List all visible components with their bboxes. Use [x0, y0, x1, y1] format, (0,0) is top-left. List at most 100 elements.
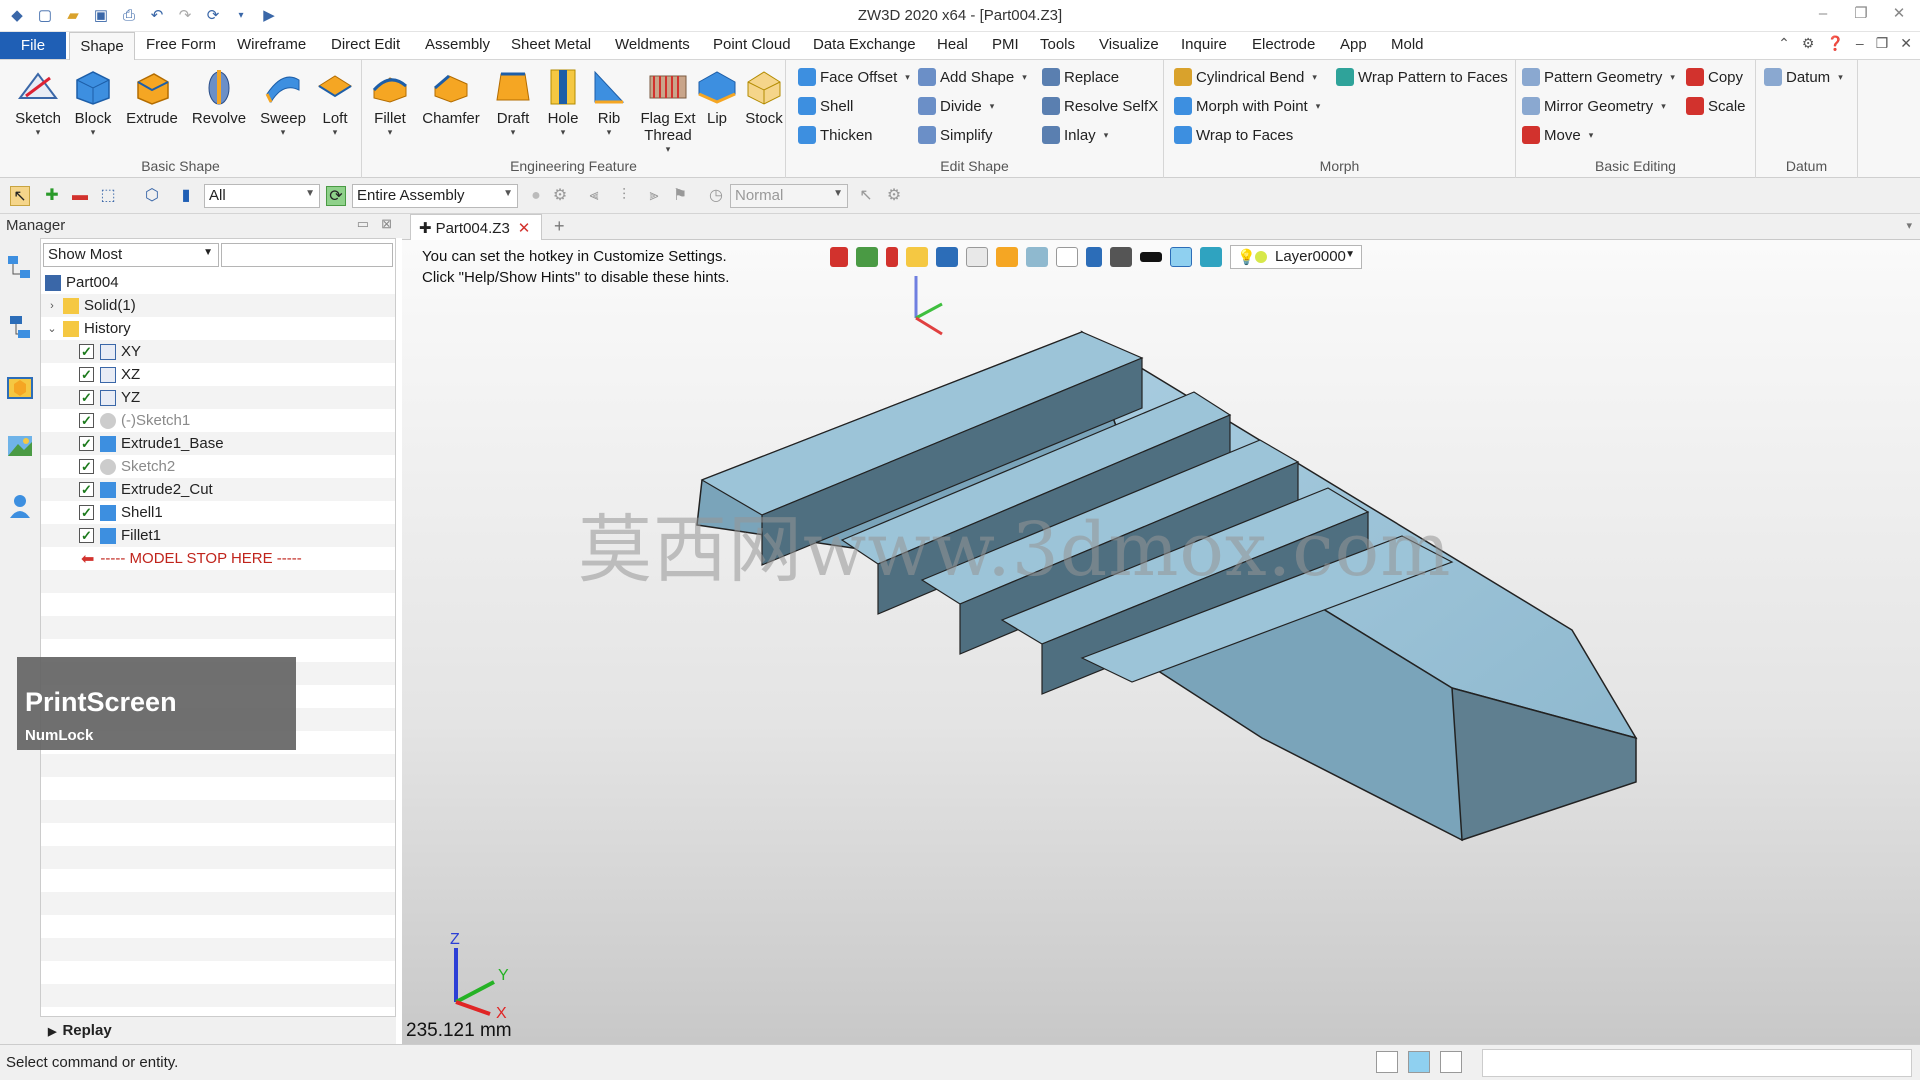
copy-button[interactable]: Copy	[1686, 68, 1743, 86]
tree-item-sketch1[interactable]: ✓ (-)Sketch1	[79, 409, 190, 432]
add-shape-button[interactable]: Add Shape ▾	[918, 68, 1027, 86]
divide-button[interactable]: Divide ▾	[918, 97, 994, 115]
minimize-icon[interactable]: –	[1812, 3, 1834, 25]
menu-tab-mold[interactable]: Mold	[1391, 36, 1424, 60]
block-button[interactable]: Block ▾	[66, 66, 120, 137]
filter-icon[interactable]: ▮	[176, 186, 196, 206]
tree-item-fillet1[interactable]: ✓ Fillet1	[79, 524, 161, 547]
simplify-button[interactable]: Simplify	[918, 126, 993, 144]
pattern-geometry-button[interactable]: Pattern Geometry ▾	[1522, 68, 1675, 86]
move-button[interactable]: Move ▾	[1522, 126, 1593, 144]
part-library-icon[interactable]	[6, 374, 34, 402]
mirror-geometry-button[interactable]: Mirror Geometry ▾	[1522, 97, 1666, 115]
rib-button[interactable]: Rib ▾	[586, 66, 632, 137]
sweep-button[interactable]: Sweep ▾	[254, 66, 312, 137]
pick-icon[interactable]: ↖	[10, 186, 30, 206]
menu-tab-inquire[interactable]: Inquire	[1181, 36, 1227, 60]
tree-item-shell1[interactable]: ✓ Shell1	[79, 501, 163, 524]
tree-item-extrude1-base[interactable]: ✓ Extrude1_Base	[79, 432, 224, 455]
tree-item-xy[interactable]: ✓ XY	[79, 340, 141, 363]
tree-item-xz[interactable]: ✓ XZ	[79, 363, 140, 386]
inlay-caret-icon[interactable]: ▾	[1104, 130, 1109, 141]
align-left-icon[interactable]: ⫷	[584, 186, 604, 206]
menu-file[interactable]: File	[0, 32, 66, 59]
chamfer-button[interactable]: Chamfer	[416, 66, 486, 127]
snap-settings-icon[interactable]: ⚙	[550, 186, 570, 206]
wrap-pattern-to-faces-button[interactable]: Wrap Pattern to Faces	[1336, 68, 1508, 86]
visibility-checkbox[interactable]: ✓	[79, 344, 94, 359]
list-view-icon[interactable]	[1440, 1051, 1462, 1073]
pattern-geometry-caret-icon[interactable]: ▾	[1670, 72, 1675, 83]
render-mode-dropdown[interactable]: Normal ▼	[730, 184, 848, 208]
menu-tab-data-exchange[interactable]: Data Exchange	[813, 36, 916, 60]
tree-item-yz[interactable]: ✓ YZ	[79, 386, 140, 409]
cursor-icon[interactable]: ↖	[856, 186, 876, 206]
menu-tab-weldments[interactable]: Weldments	[615, 36, 690, 60]
selection-filter-dropdown[interactable]: All ▼	[204, 184, 320, 208]
tab-menu-icon[interactable]: ▾	[1906, 219, 1912, 232]
flag-ext-thread-caret-icon[interactable]: ▾	[632, 144, 704, 154]
visibility-checkbox[interactable]: ✓	[79, 436, 94, 451]
sketch-button[interactable]: Sketch ▾	[10, 66, 66, 137]
settings-icon[interactable]: ⚙	[1802, 35, 1815, 52]
manager-close-icon[interactable]: ⊠	[381, 216, 392, 232]
datum-caret-icon[interactable]: ▾	[1838, 72, 1843, 83]
datum-button[interactable]: Datum ▾	[1764, 68, 1843, 86]
sweep-caret-icon[interactable]: ▾	[254, 127, 312, 137]
scope-dropdown[interactable]: Entire Assembly ▼	[352, 184, 518, 208]
tree-search-input[interactable]	[221, 243, 393, 267]
revolve-button[interactable]: Revolve	[186, 66, 252, 127]
selection-box-icon[interactable]: ⬚	[98, 186, 118, 206]
command-input[interactable]	[1482, 1049, 1912, 1077]
visibility-checkbox[interactable]: ✓	[79, 390, 94, 405]
part-model[interactable]	[402, 240, 1920, 1044]
align-right-icon[interactable]: ⫸	[644, 186, 664, 206]
stock-button[interactable]: Stock	[738, 66, 790, 127]
network-icon[interactable]: ⚙	[884, 186, 904, 206]
move-caret-icon[interactable]: ▾	[1589, 130, 1594, 141]
visibility-checkbox[interactable]: ✓	[79, 367, 94, 382]
face-offset-button[interactable]: Face Offset ▾	[798, 68, 910, 86]
show-filter-dropdown[interactable]: Show Most ▼	[43, 243, 219, 267]
menu-tab-free-form[interactable]: Free Form	[146, 36, 216, 60]
close-icon[interactable]: ✕	[1888, 3, 1910, 25]
cylindrical-bend-button[interactable]: Cylindrical Bend ▾	[1174, 68, 1317, 86]
assembly-filter-icon[interactable]: ⟳	[326, 186, 346, 206]
tree-item-extrude2-cut[interactable]: ✓ Extrude2_Cut	[79, 478, 213, 501]
add-shape-caret-icon[interactable]: ▾	[1022, 72, 1027, 83]
menu-tab-point-cloud[interactable]: Point Cloud	[713, 36, 791, 60]
replay-bar[interactable]: ▶ Replay	[40, 1016, 396, 1044]
lasso-icon[interactable]: ⬡	[142, 186, 162, 206]
expand-icon[interactable]: ›	[45, 300, 59, 312]
fillet-caret-icon[interactable]: ▾	[364, 127, 416, 137]
ribbon-collapse-icon[interactable]: ⌃	[1778, 35, 1790, 52]
user-icon[interactable]	[6, 492, 34, 520]
doc-close-icon[interactable]: ✕	[1900, 35, 1912, 52]
menu-tab-assembly[interactable]: Assembly	[425, 36, 490, 60]
fillet-button[interactable]: Fillet ▾	[364, 66, 416, 137]
document-tab[interactable]: ✚ Part004.Z3 ✕	[410, 214, 542, 240]
visibility-checkbox[interactable]: ✓	[79, 505, 94, 520]
menu-tab-app[interactable]: App	[1340, 36, 1367, 60]
draft-button[interactable]: Draft ▾	[486, 66, 540, 137]
sketch-caret-icon[interactable]: ▾	[10, 127, 66, 137]
tree-item-solid[interactable]: › Solid(1)	[45, 294, 136, 317]
cylindrical-bend-caret-icon[interactable]: ▾	[1312, 72, 1317, 83]
menu-tab-wireframe[interactable]: Wireframe	[237, 36, 306, 60]
doc-restore-icon[interactable]: ❐	[1876, 35, 1889, 52]
hole-caret-icon[interactable]: ▾	[540, 127, 586, 137]
history-tree-icon[interactable]	[6, 254, 34, 282]
wrap-to-faces-button[interactable]: Wrap to Faces	[1174, 126, 1293, 144]
align-center-icon[interactable]: ⫶	[614, 186, 634, 206]
assembly-tree-icon[interactable]	[6, 314, 34, 342]
remove-selection-icon[interactable]: ▬	[70, 186, 90, 206]
replace-button[interactable]: Replace	[1042, 68, 1119, 86]
extrude-button[interactable]: Extrude	[122, 66, 182, 127]
morph-with-point-caret-icon[interactable]: ▾	[1316, 101, 1321, 112]
3d-viewport[interactable]: You can set the hotkey in Customize Sett…	[402, 240, 1920, 1044]
rib-caret-icon[interactable]: ▾	[586, 127, 632, 137]
menu-tab-shape[interactable]: Shape	[69, 32, 135, 61]
thicken-button[interactable]: Thicken	[798, 126, 873, 144]
draft-caret-icon[interactable]: ▾	[486, 127, 540, 137]
loft-caret-icon[interactable]: ▾	[312, 127, 358, 137]
